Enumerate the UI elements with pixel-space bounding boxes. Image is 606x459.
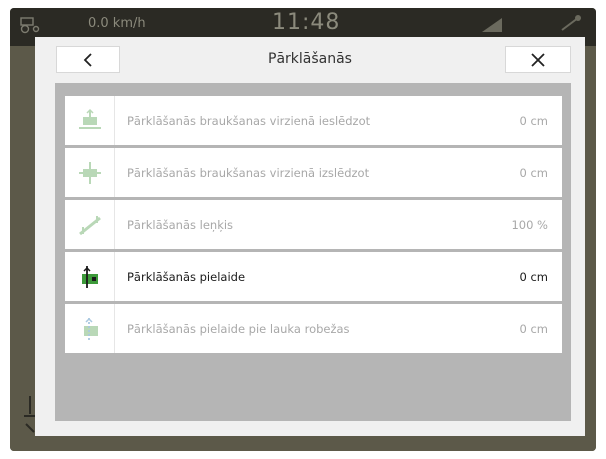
row-value: 0 cm [519,269,549,284]
gps-icon [561,15,581,31]
overlap-field-boundary-icon [65,304,115,353]
close-icon [531,52,545,67]
row-value: 0 cm [519,113,549,128]
row-label: Pārklāšanās pielaide [127,269,246,284]
overlap-on-icon [65,96,115,145]
list-item-overlap-field-boundary[interactable]: Pārklāšanās pielaide pie lauka robežas 0… [65,304,562,353]
list-item-overlap-angle[interactable]: Pārklāšanās leņķis 100 % [65,200,562,249]
list-item-overlap-off[interactable]: Pārklāšanās braukšanas virzienā izslēdzo… [65,148,562,197]
settings-list: Pārklāšanās braukšanas virzienā ieslēdzo… [55,83,571,421]
row-value: 100 % [511,217,548,232]
speed-readout: 0.0 km/h [88,16,146,31]
row-label: Pārklāšanās braukšanas virzienā izslēdzo… [127,165,370,180]
dialog-header: Pārklāšanās [35,37,585,85]
list-item-overlap-on[interactable]: Pārklāšanās braukšanas virzienā ieslēdzo… [65,96,562,145]
signal-icon [482,18,502,32]
list-item-overlap-tolerance[interactable]: Pārklāšanās pielaide 0 cm [65,252,562,301]
close-button[interactable] [505,46,571,73]
dialog-title: Pārklāšanās [268,51,352,67]
row-value: 0 cm [519,165,549,180]
overlap-dialog: Pārklāšanās Pārklāšanās braukšanas virzi… [35,37,585,436]
clock: 11:48 [272,10,341,35]
tractor-icon [20,17,40,34]
overlap-tolerance-icon [65,252,115,301]
row-label: Pārklāšanās leņķis [127,217,234,232]
row-label: Pārklāšanās pielaide pie lauka robežas [127,321,350,336]
row-value: 0 cm [519,321,549,336]
overlap-off-icon [65,148,115,197]
overlap-angle-icon [65,200,115,249]
row-label: Pārklāšanās braukšanas virzienā ieslēdzo… [127,113,371,128]
